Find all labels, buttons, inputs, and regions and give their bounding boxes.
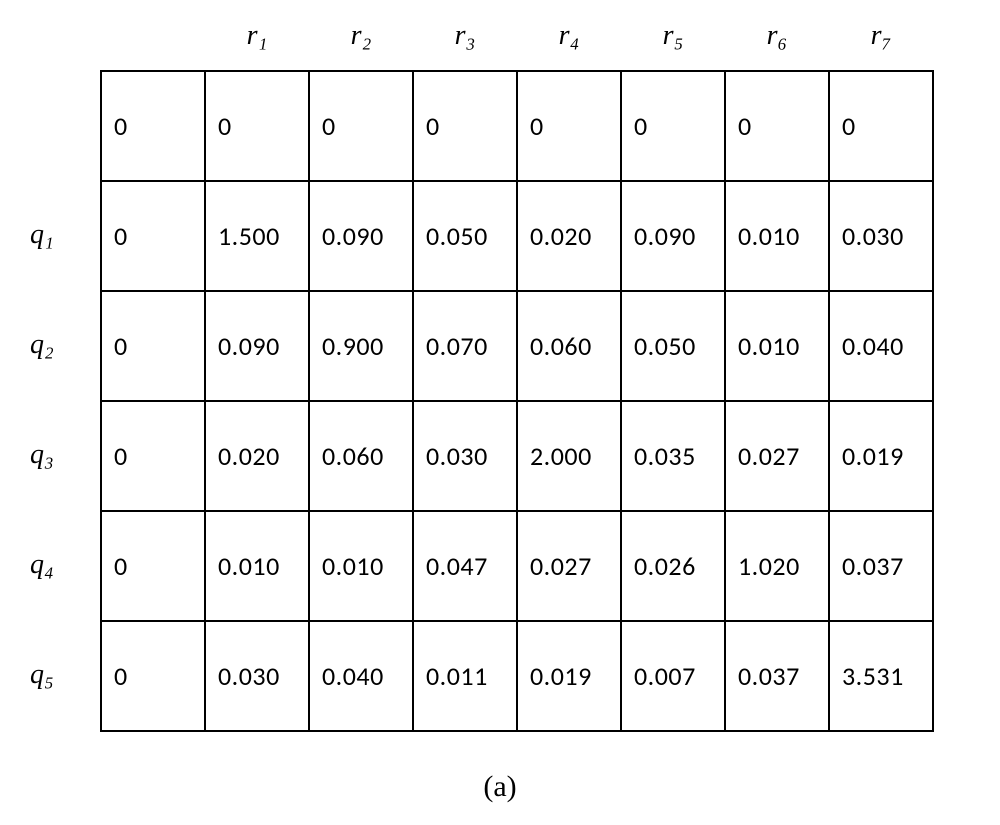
- table-cell: 0.060: [517, 291, 621, 401]
- row-header-label: q₁: [30, 219, 54, 251]
- col-header-r2: r₂: [309, 20, 413, 52]
- row-header-q1: q₁: [30, 180, 54, 290]
- table-cell: 0.010: [725, 291, 829, 401]
- col-header-label: r₄: [559, 20, 580, 51]
- table-cell: 0: [205, 71, 309, 181]
- table-cell: 0.027: [725, 401, 829, 511]
- figure-caption: (a): [0, 770, 1000, 804]
- row-headers: q₁ q₂ q₃ q₄ q₅: [30, 180, 54, 730]
- table-cell: 0: [517, 71, 621, 181]
- table-cell: 0: [621, 71, 725, 181]
- table-cell: 0.047: [413, 511, 517, 621]
- table-cell: 0: [829, 71, 933, 181]
- table-cell: 0.050: [413, 181, 517, 291]
- table-cell: 0.007: [621, 621, 725, 731]
- row-header-q4: q₄: [30, 510, 54, 620]
- data-table: 0 0 0 0 0 0 0 0 0 1.500 0.090 0.050 0.02…: [100, 70, 934, 732]
- table-cell: 0: [725, 71, 829, 181]
- row-header-label: q₂: [30, 329, 54, 361]
- col-header-label: r₂: [351, 20, 372, 51]
- table-cell: 0.050: [621, 291, 725, 401]
- table-cell: 0.011: [413, 621, 517, 731]
- table-cell: 0.035: [621, 401, 725, 511]
- row-header-q3: q₃: [30, 400, 54, 510]
- col-header-label: r₆: [767, 20, 788, 51]
- table-row: 0 1.500 0.090 0.050 0.020 0.090 0.010 0.…: [101, 181, 933, 291]
- table-cell: 0.090: [309, 181, 413, 291]
- table-cell: 0.020: [205, 401, 309, 511]
- table-cell: 0.010: [725, 181, 829, 291]
- table-row: 0 0.090 0.900 0.070 0.060 0.050 0.010 0.…: [101, 291, 933, 401]
- table-cell: 0.070: [413, 291, 517, 401]
- table-cell: 0.010: [205, 511, 309, 621]
- table-cell: 0: [101, 511, 205, 621]
- table-cell: 0.040: [829, 291, 933, 401]
- table-cell: 0: [413, 71, 517, 181]
- table-cell: 0.019: [517, 621, 621, 731]
- col-header-r3: r₃: [413, 20, 517, 52]
- table-cell: 0.010: [309, 511, 413, 621]
- table-cell: 0.027: [517, 511, 621, 621]
- col-header-label: r₇: [871, 20, 892, 51]
- col-header-label: r₅: [663, 20, 684, 51]
- col-header-r5: r₅: [621, 20, 725, 52]
- table-cell: 0.090: [205, 291, 309, 401]
- table-cell: 0.030: [413, 401, 517, 511]
- table-cell: 0.900: [309, 291, 413, 401]
- table-cell: 0: [101, 401, 205, 511]
- col-header-label: r₃: [455, 20, 476, 51]
- row-header-label: q₃: [30, 439, 54, 471]
- table-cell: 0: [101, 181, 205, 291]
- table-cell: 0: [101, 621, 205, 731]
- table-cell: 0.026: [621, 511, 725, 621]
- table-cell: 0: [309, 71, 413, 181]
- table-cell: 3.531: [829, 621, 933, 731]
- col-header-r7: r₇: [829, 20, 933, 52]
- col-header-r6: r₆: [725, 20, 829, 52]
- table-cell: 0.040: [309, 621, 413, 731]
- row-header-label: q₄: [30, 549, 54, 581]
- table-cell: 1.500: [205, 181, 309, 291]
- row-header-q2: q₂: [30, 290, 54, 400]
- table-cell: 0.019: [829, 401, 933, 511]
- table-row: 0 0.020 0.060 0.030 2.000 0.035 0.027 0.…: [101, 401, 933, 511]
- table-cell: 0.090: [621, 181, 725, 291]
- table-cell: 0.020: [517, 181, 621, 291]
- col-header-label: r₁: [247, 20, 268, 51]
- row-header-q5: q₅: [30, 620, 54, 730]
- col-header-r1: r₁: [205, 20, 309, 52]
- table-row: 0 0.010 0.010 0.047 0.027 0.026 1.020 0.…: [101, 511, 933, 621]
- figure-container: r₁ r₂ r₃ r₄ r₅ r₆ r₇ q₁ q₂ q₃ q₄ q₅ 0 0 …: [0, 0, 1000, 825]
- table-row: 0 0.030 0.040 0.011 0.019 0.007 0.037 3.…: [101, 621, 933, 731]
- table-cell: 1.020: [725, 511, 829, 621]
- col-header-r4: r₄: [517, 20, 621, 52]
- table-cell: 0.037: [829, 511, 933, 621]
- table-cell: 0: [101, 71, 205, 181]
- row-header-label: q₅: [30, 659, 54, 691]
- table-cell: 0.060: [309, 401, 413, 511]
- table-row: 0 0 0 0 0 0 0 0: [101, 71, 933, 181]
- table-cell: 2.000: [517, 401, 621, 511]
- table-cell: 0.030: [829, 181, 933, 291]
- column-headers: r₁ r₂ r₃ r₄ r₅ r₆ r₇: [205, 20, 933, 52]
- table-cell: 0.037: [725, 621, 829, 731]
- table-cell: 0.030: [205, 621, 309, 731]
- table-cell: 0: [101, 291, 205, 401]
